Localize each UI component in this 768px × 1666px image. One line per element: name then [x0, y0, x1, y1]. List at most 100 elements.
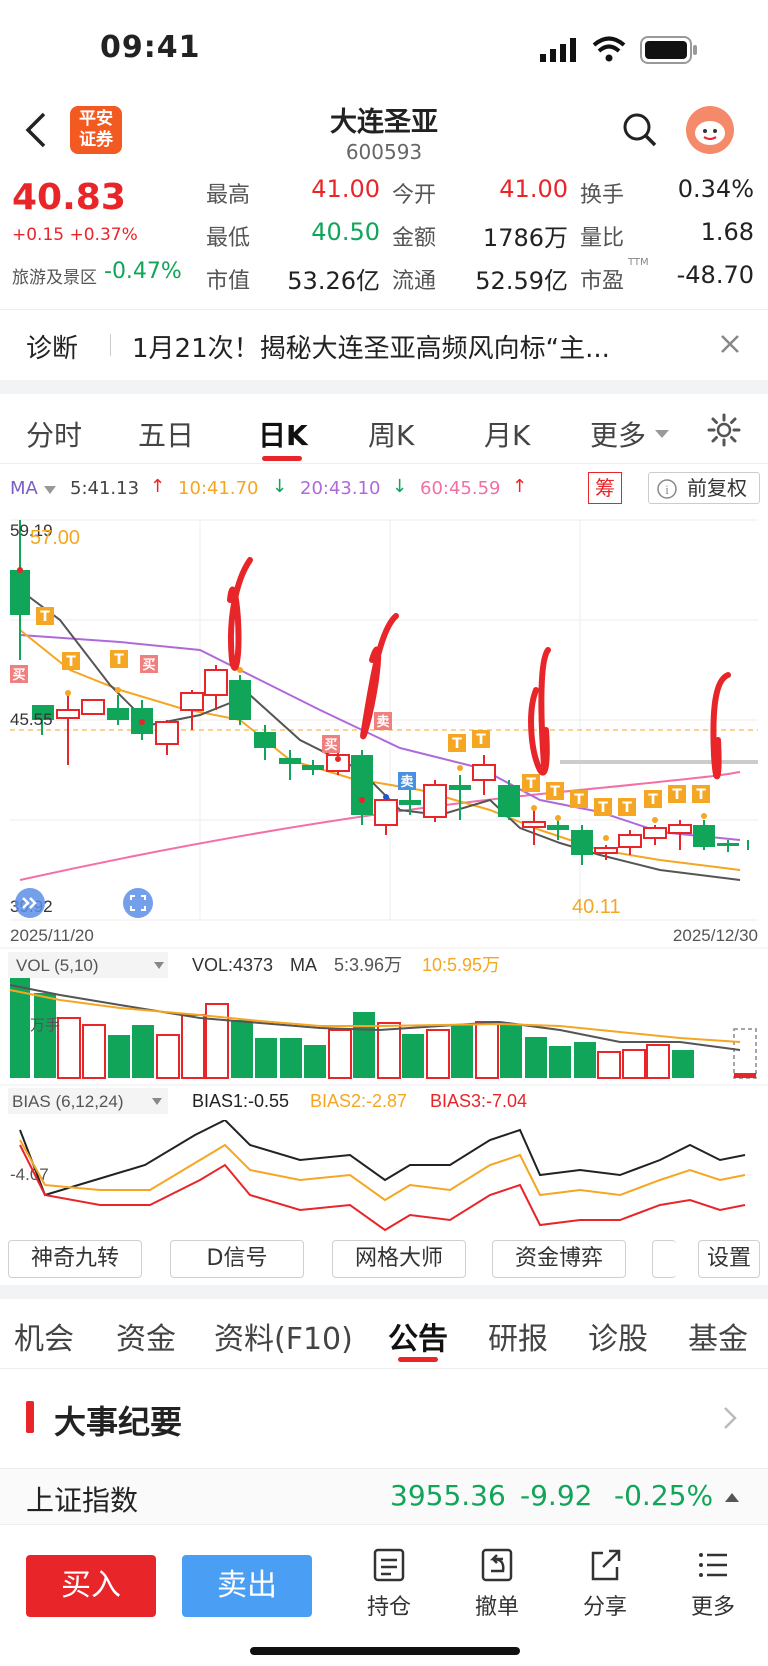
- svg-text:卖: 卖: [376, 714, 389, 730]
- divider: [110, 334, 111, 356]
- svg-text:买: 买: [142, 658, 155, 673]
- ma10-trend-icon: ↓: [272, 476, 288, 497]
- tab-more[interactable]: 更多: [590, 414, 646, 454]
- svg-text:T: T: [66, 654, 76, 670]
- mid-price-label: 45.55: [10, 710, 53, 729]
- bias-chart: -4.07: [10, 1120, 746, 1232]
- tab-fund[interactable]: 基金: [688, 1314, 748, 1358]
- buy-button[interactable]: 买入: [26, 1555, 156, 1617]
- tab-five-day[interactable]: 五日: [138, 414, 194, 454]
- ma-label[interactable]: MA: [10, 478, 38, 499]
- bias1-value: BIAS1:-0.55: [192, 1091, 289, 1111]
- tab-daily-k[interactable]: 日K: [258, 414, 308, 454]
- tab-capital[interactable]: 资金: [116, 1314, 176, 1358]
- status-time: 09:41: [100, 30, 201, 65]
- tab-opportunity[interactable]: 机会: [14, 1314, 74, 1358]
- wifi-icon: [592, 36, 626, 62]
- index-change: -9.92: [520, 1479, 593, 1512]
- low-price-marker: 40.11: [572, 896, 621, 918]
- pe-value: -48.70: [676, 261, 754, 289]
- section-accent: [26, 1401, 34, 1433]
- event-title: 大事纪要: [54, 1403, 183, 1441]
- svg-text:T: T: [672, 787, 682, 803]
- diagnosis-banner[interactable]: 诊断 1月21次！揭秘大连圣亚高频风向标“主...: [0, 310, 768, 380]
- indicator-d-signal[interactable]: D信号: [170, 1240, 304, 1278]
- more-button[interactable]: 更多: [678, 1547, 748, 1621]
- status-bar: 09:41: [0, 0, 768, 100]
- battery-icon: [640, 36, 697, 64]
- pe-label: 市盈: [580, 269, 625, 294]
- fullscreen-icon[interactable]: [123, 888, 153, 918]
- svg-text:T: T: [550, 784, 560, 800]
- low-value: 40.50: [311, 218, 380, 246]
- indicator-nine-turn[interactable]: 神奇九转: [8, 1240, 142, 1278]
- end-date: 2025/12/30: [673, 926, 758, 945]
- price-change: +0.15 +0.37%: [12, 225, 138, 245]
- ma10-value: 10:41.70: [178, 478, 259, 499]
- high-price-marker: 57.00: [30, 527, 80, 549]
- action-bar: 买入 卖出 持仓 撤单 分享 更多: [0, 1524, 768, 1666]
- close-icon[interactable]: [718, 332, 742, 356]
- ma60-value: 60:45.59: [420, 478, 501, 499]
- svg-text:T: T: [40, 609, 50, 625]
- svg-text:T: T: [696, 787, 706, 803]
- tab-intraday[interactable]: 分时: [26, 414, 82, 454]
- chevron-up-icon[interactable]: [724, 1491, 740, 1503]
- svg-text:买: 买: [12, 668, 25, 683]
- avatar[interactable]: [686, 106, 734, 154]
- home-indicator: [250, 1647, 520, 1655]
- indicator-grid-master[interactable]: 网格大师: [332, 1240, 466, 1278]
- tab-monthly-k[interactable]: 月K: [484, 414, 530, 454]
- turnover-label: 换手: [580, 183, 625, 208]
- tab-weekly-k[interactable]: 周K: [368, 414, 414, 454]
- high-label: 最高: [206, 183, 251, 208]
- tab-research[interactable]: 研报: [488, 1314, 548, 1358]
- share-icon: [591, 1549, 621, 1581]
- sell-button[interactable]: 卖出: [182, 1555, 312, 1617]
- vol-ma5: 5:3.96万: [334, 955, 402, 975]
- indicator-fund-game[interactable]: 资金博弈: [492, 1240, 626, 1278]
- info-icon: i: [657, 479, 677, 499]
- kline-chart[interactable]: T T T T T T T T T T T T T 买 买 买 卖 卖 59.1…: [0, 510, 768, 1130]
- ma60-trend-icon: ↑: [512, 476, 528, 497]
- svg-text:T: T: [476, 732, 486, 748]
- market-cap-label: 市值: [206, 269, 251, 294]
- indicator-settings[interactable]: 设置: [698, 1240, 760, 1278]
- gear-icon[interactable]: [706, 412, 742, 448]
- expand-left-icon[interactable]: [15, 888, 45, 918]
- market-cap-value: 53.26亿: [287, 267, 380, 295]
- tab-f10[interactable]: 资料(F10): [214, 1314, 353, 1358]
- candles: [10, 520, 749, 865]
- bias-label: BIAS (6,12,24): [12, 1092, 124, 1111]
- chart-svg: T T T T T T T T T T T T T 买 买 买 卖 卖 59.1…: [0, 519, 768, 1114]
- ma20-value: 20:43.10: [300, 478, 381, 499]
- vol-axis-label: 万手: [30, 1017, 60, 1034]
- ma5-trend-icon: ↑: [150, 476, 166, 497]
- event-section[interactable]: 大事纪要: [0, 1369, 768, 1469]
- amount-value: 1786万: [482, 224, 568, 252]
- diagnosis-text: 1月21次！揭秘大连圣亚高频风向标“主...: [132, 334, 610, 364]
- index-ticker[interactable]: 上证指数 3955.36 -9.92 -0.25%: [0, 1469, 768, 1524]
- svg-text:T: T: [622, 800, 632, 816]
- svg-text:买: 买: [324, 738, 337, 753]
- quote-panel: 40.83 +0.15 +0.37% 旅游及景区 -0.47% 最高 41.00…: [0, 175, 768, 310]
- share-button[interactable]: 分享: [570, 1547, 640, 1621]
- index-pct: -0.25%: [614, 1479, 714, 1512]
- diagnosis-label: 诊断: [26, 334, 79, 364]
- search-icon[interactable]: [622, 112, 658, 148]
- chip-button[interactable]: 筹: [588, 472, 622, 504]
- float-cap-value: 52.59亿: [475, 267, 568, 295]
- svg-text:i: i: [665, 482, 669, 497]
- volume-ratio-value: 1.68: [700, 218, 754, 246]
- turnover-value: 0.34%: [677, 175, 754, 203]
- tab-announcement[interactable]: 公告: [388, 1314, 448, 1358]
- menu-icon: [699, 1553, 727, 1577]
- ma5-value: 5:41.13: [70, 478, 140, 499]
- signal-icon: [540, 38, 576, 62]
- tab-diagnose[interactable]: 诊股: [588, 1314, 648, 1358]
- current-price: 40.83: [12, 177, 126, 218]
- cancel-order-button[interactable]: 撤单: [462, 1547, 532, 1621]
- position-button[interactable]: 持仓: [354, 1547, 424, 1621]
- indicator-partial[interactable]: [652, 1240, 676, 1278]
- open-value: 41.00: [499, 175, 568, 203]
